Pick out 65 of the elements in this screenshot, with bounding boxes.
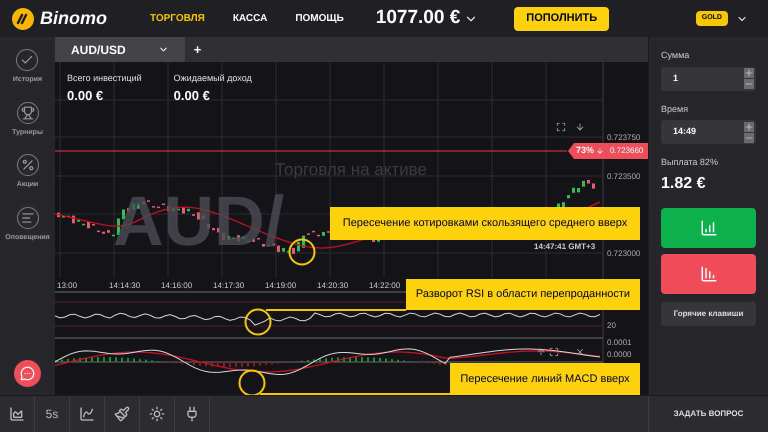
arrow-down-icon — [596, 147, 604, 155]
stat-value: 0.00 € — [174, 86, 211, 104]
annotation-callout: Пересечение котировками скользящего среднего вверх — [330, 207, 640, 240]
rsi-tick: 20 — [607, 320, 616, 332]
arrow-up-icon[interactable] — [536, 347, 546, 357]
add-tab-button[interactable]: + — [185, 37, 210, 62]
amount-label: Сумма — [661, 49, 690, 62]
highlight-circle — [244, 308, 272, 336]
amount-field[interactable]: 1 — [661, 66, 756, 90]
price-tick: 0.723750 — [607, 132, 640, 144]
time-tick: 14:17:30 — [213, 280, 244, 292]
fullscreen-icon[interactable] — [549, 347, 559, 357]
time-tick: 14:19:00 — [265, 280, 296, 292]
minus-icon[interactable] — [744, 79, 754, 89]
payout-label: Выплата 82% — [661, 156, 719, 169]
chat-button[interactable] — [14, 360, 41, 387]
percent-icon — [16, 154, 38, 176]
macd-tick: 0.0000 — [607, 349, 632, 361]
highlight-circle — [288, 238, 316, 266]
time-tick: 14:22:00 — [369, 280, 400, 292]
sun-icon — [149, 406, 165, 422]
time-label: Время — [661, 102, 690, 116]
check-icon — [16, 49, 38, 71]
balance-dropdown[interactable]: 1077.00 € — [376, 4, 478, 33]
asset-tab[interactable]: AUD/USD — [55, 37, 185, 62]
hotkeys-button[interactable]: Горячие клавиши — [661, 302, 756, 326]
stat-label: Ожидаемый доход — [174, 72, 252, 85]
trophy-icon — [16, 102, 38, 124]
nav-link[interactable]: ТОРГОВЛЯ — [150, 11, 205, 26]
price-text: 0.723660 — [610, 145, 644, 157]
area-chart-icon — [9, 406, 25, 422]
annotation-callout: Разворот RSI в области перепроданности — [406, 279, 640, 310]
ask-question-button[interactable]: ЗАДАТЬ ВОПРОС — [648, 396, 768, 432]
line-chart-icon — [79, 406, 95, 422]
brush-icon — [114, 406, 130, 422]
time-tick: 14:16:00 — [161, 280, 192, 292]
deposit-button[interactable]: ПОПОЛНИТЬ — [514, 6, 610, 30]
price-tick: 0.723500 — [607, 171, 640, 183]
chart-up-icon — [700, 218, 718, 236]
minus-icon[interactable] — [744, 132, 754, 142]
arrow-down-icon[interactable] — [575, 122, 585, 132]
logo-icon — [12, 8, 34, 30]
stat-value: 0.00 € — [67, 86, 104, 104]
chat-icon — [20, 366, 35, 381]
percent-text: 73% — [576, 144, 594, 158]
plus-icon[interactable] — [744, 122, 754, 132]
chart-down-icon — [700, 264, 718, 282]
nav-link[interactable]: КАССА — [232, 11, 268, 26]
payout-value: 1.82 € — [661, 174, 706, 194]
nav-link[interactable]: ПОМОЩЬ — [295, 11, 344, 26]
price-tick: 0.723000 — [607, 248, 640, 260]
time-tick: 14:20:30 — [317, 280, 348, 292]
logo-text: Binomo — [40, 7, 107, 30]
time-tick: 14:14:30 — [109, 280, 140, 292]
close-icon[interactable] — [575, 347, 585, 357]
macd-tick: 0.0001 — [607, 337, 632, 349]
annotation-callout: Пересечение линий MACD вверх — [450, 363, 640, 395]
timeframe-button[interactable]: 5s — [35, 396, 70, 432]
fullscreen-icon[interactable] — [556, 122, 566, 132]
cursor-time: 14:47:41 GMT+3 — [534, 241, 596, 253]
lines-icon — [16, 206, 38, 228]
stat-label: Всего инвестиций — [67, 72, 142, 85]
time-field[interactable]: 14:49 — [661, 120, 756, 144]
plus-icon[interactable] — [744, 68, 754, 78]
time-tick: 13:00 — [57, 280, 78, 292]
